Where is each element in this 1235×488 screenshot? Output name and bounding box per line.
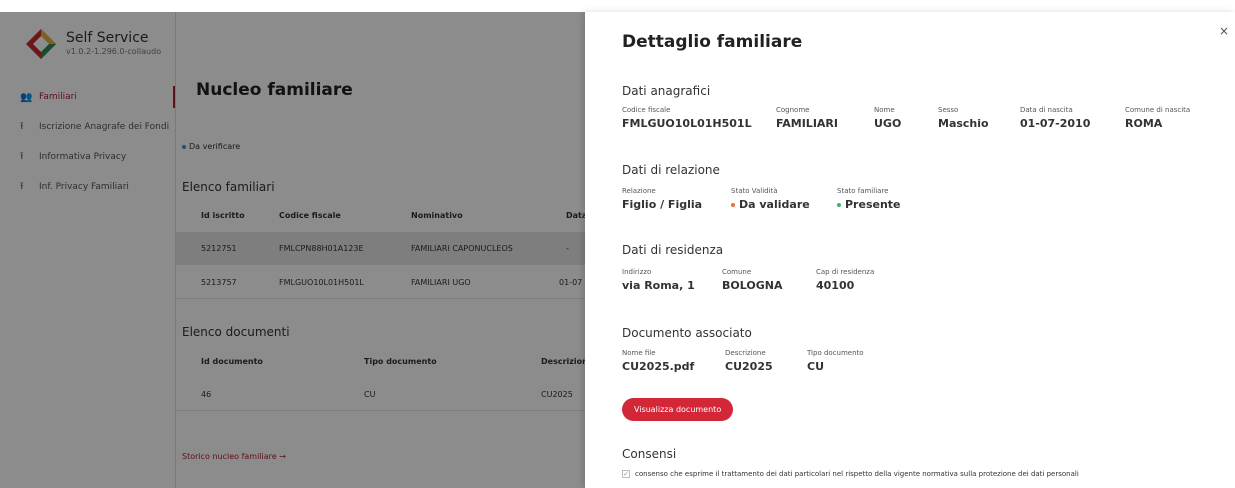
field-nome-file: Nome file CU2025.pdf [622,349,694,373]
status-dot-icon [837,203,841,207]
field-codice-fiscale: Codice fiscale FMLGUO10L01H501L [622,106,752,130]
documento-title: Documento associato [622,326,752,340]
field-value: Presente [837,198,901,211]
residenza-title: Dati di residenza [622,243,724,257]
field-label: Relazione [622,187,656,195]
field-label: Comune [722,268,752,276]
field-nome: Nome UGO [874,106,901,130]
field-value: CU [807,360,825,373]
field-label: Stato familiare [837,187,889,195]
field-value: via Roma, 1 [622,279,695,292]
consent-checkbox[interactable]: ✓ [622,470,630,478]
field-label: Cognome [776,106,810,114]
field-value: Da validare [731,198,810,211]
field-value: ROMA [1125,117,1163,130]
field-value: FAMILIARI [776,117,838,130]
field-label: Sesso [938,106,959,114]
field-value: CU2025 [725,360,773,373]
field-value: UGO [874,117,902,130]
status-dot-icon [731,203,735,207]
field-indirizzo: Indirizzo via Roma, 1 [622,268,695,292]
field-sesso: Sesso Maschio [938,106,989,130]
top-strip [0,0,1235,12]
field-label: Nome [874,106,895,114]
field-stato-validita: Stato Validità Da validare [731,187,810,211]
field-value: 40100 [816,279,855,292]
field-tipo-documento: Tipo documento CU [807,349,864,373]
field-value: BOLOGNA [722,279,783,292]
field-value: FMLGUO10L01H501L [622,117,752,130]
field-label: Tipo documento [807,349,864,357]
field-comune-nascita: Comune di nascita ROMA [1125,106,1190,130]
anagrafici-title: Dati anagrafici [622,84,711,98]
consent-text: consenso che esprime il trattamento dei … [635,470,1079,478]
field-descrizione: Descrizione CU2025 [725,349,773,373]
consensi-title: Consensi [622,447,677,461]
field-value: CU2025.pdf [622,360,695,373]
modal-backdrop[interactable] [0,12,585,488]
drawer-title: Dettaglio familiare [622,32,803,52]
field-stato-familiare: Stato familiare Presente [837,187,901,211]
field-label: Data di nascita [1020,106,1073,114]
field-label: Codice fiscale [622,106,671,114]
visualizza-documento-button[interactable]: Visualizza documento [622,398,734,421]
field-label: Cap di residenza [816,268,875,276]
field-label: Comune di nascita [1125,106,1191,114]
field-value: Maschio [938,117,989,130]
field-label: Descrizione [725,349,766,357]
field-cap: Cap di residenza 40100 [816,268,874,292]
field-value: Figlio / Figlia [622,198,703,211]
field-relazione: Relazione Figlio / Figlia [622,187,702,211]
app-root: Self Service v1.0.2-1.296.0-collaudo 👥 F… [0,0,1235,488]
relazione-title: Dati di relazione [622,163,720,177]
field-label: Indirizzo [622,268,652,276]
field-value-text: Presente [845,198,901,211]
consent-row: ✓ consenso che esprime il trattamento de… [622,470,1079,478]
field-comune: Comune BOLOGNA [722,268,782,292]
field-data-nascita: Data di nascita 01-07-2010 [1020,106,1090,130]
field-label: Stato Validità [731,187,778,195]
field-value: 01-07-2010 [1020,117,1091,130]
close-icon[interactable]: × [1219,24,1229,38]
field-cognome: Cognome FAMILIARI [776,106,838,130]
detail-drawer: × Dettaglio familiare Dati anagrafici Co… [585,12,1235,488]
field-value-text: Da validare [739,198,810,211]
field-label: Nome file [622,349,656,357]
